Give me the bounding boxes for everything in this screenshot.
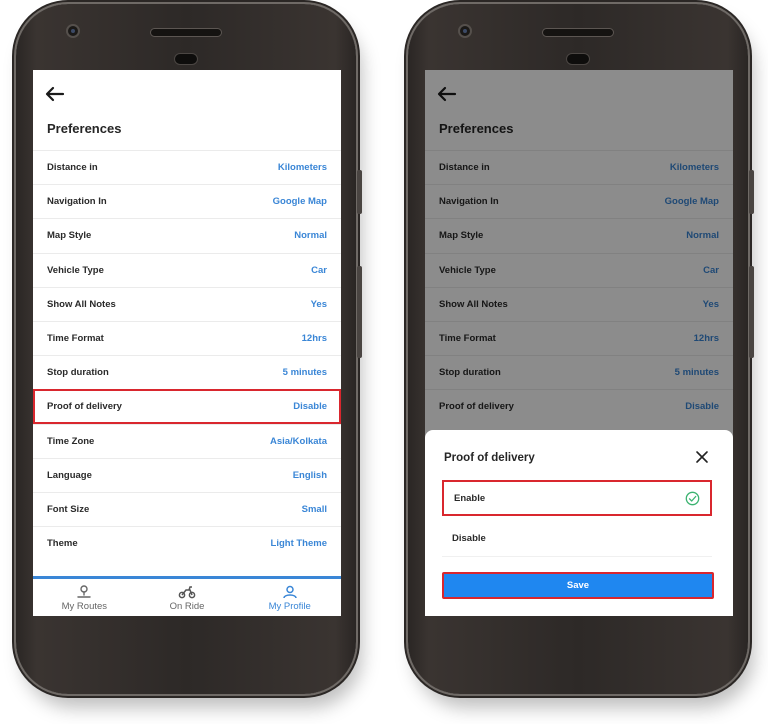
pref-label: Vehicle Type xyxy=(47,264,104,276)
pref-label: Navigation In xyxy=(47,196,107,208)
pref-row-stop-duration[interactable]: Stop duration 5 minutes xyxy=(33,355,341,389)
nav-on-ride[interactable]: On Ride xyxy=(136,578,239,616)
pref-value: Small xyxy=(301,503,327,515)
pref-value: Yes xyxy=(310,298,327,310)
pref-value: Normal xyxy=(294,230,327,242)
pref-label: Language xyxy=(47,469,92,481)
pref-value: 12hrs xyxy=(301,333,327,345)
pref-row-distance[interactable]: Distance in Kilometers xyxy=(33,150,341,184)
pref-row-time-format[interactable]: Time Format 12hrs xyxy=(33,320,341,355)
nav-my-routes[interactable]: My Routes xyxy=(33,578,136,616)
pref-value: Disable xyxy=(293,401,327,413)
pref-row-navigation[interactable]: Navigation In Google Map xyxy=(33,184,341,218)
option-label: Disable xyxy=(452,533,486,544)
front-camera xyxy=(66,24,80,38)
save-button[interactable]: Save xyxy=(442,572,714,599)
right-phone-frame: Preferences Distance in Kilometers Naviga… xyxy=(408,4,754,694)
pref-row-font-size[interactable]: Font Size Small xyxy=(33,491,341,526)
pref-value: Google Map xyxy=(272,196,327,208)
nav-my-profile[interactable]: My Profile xyxy=(238,578,341,616)
pref-row-show-notes[interactable]: Show All Notes Yes xyxy=(33,286,341,321)
close-icon[interactable] xyxy=(695,450,709,464)
pref-value: English xyxy=(292,469,327,481)
pref-label: Map Style xyxy=(47,230,92,242)
route-pin-icon xyxy=(77,585,92,598)
pref-value: Kilometers xyxy=(277,162,327,174)
pref-label: Font Size xyxy=(47,503,90,515)
pref-row-time-zone[interactable]: Time Zone Asia/Kolkata xyxy=(33,423,341,458)
option-enable[interactable]: Enable xyxy=(442,480,712,516)
speaker-slot xyxy=(542,28,614,37)
earpiece xyxy=(174,53,198,65)
pref-row-proof-of-delivery[interactable]: Proof of delivery Disable xyxy=(33,389,341,424)
power-button xyxy=(749,170,754,214)
pref-label: Time Format xyxy=(47,333,104,345)
preferences-list: Distance in Kilometers Navigation In Googl… xyxy=(33,150,341,560)
nav-label: My Routes xyxy=(61,601,108,612)
pref-label: Show All Notes xyxy=(47,298,116,310)
pref-value: 5 minutes xyxy=(282,367,327,379)
check-circle-icon xyxy=(685,491,700,505)
sheet-title: Proof of delivery xyxy=(444,452,535,464)
pref-value: Car xyxy=(311,264,327,276)
pref-label: Stop duration xyxy=(47,367,109,379)
volume-button xyxy=(357,266,362,358)
nav-divider xyxy=(33,576,341,579)
pref-label: Time Zone xyxy=(47,435,95,447)
scooter-icon xyxy=(178,586,196,599)
nav-label: My Profile xyxy=(268,601,311,612)
proof-of-delivery-sheet: Proof of delivery Enable Disable Save xyxy=(425,430,733,616)
pref-row-map-style[interactable]: Map Style Normal xyxy=(33,218,341,252)
pref-label: Proof of delivery xyxy=(47,401,122,413)
front-camera xyxy=(458,24,472,38)
volume-button xyxy=(749,266,754,358)
pref-row-vehicle-type[interactable]: Vehicle Type Car xyxy=(33,252,341,287)
preferences-screen-with-sheet: Preferences Distance in Kilometers Naviga… xyxy=(425,70,733,616)
back-arrow-icon[interactable] xyxy=(45,86,65,102)
earpiece xyxy=(566,53,590,65)
pref-row-language[interactable]: Language English xyxy=(33,457,341,492)
left-phone-frame: Preferences Distance in Kilometers Naviga… xyxy=(16,4,362,694)
option-label: Enable xyxy=(454,492,486,504)
pref-row-theme[interactable]: Theme Light Theme xyxy=(33,526,341,560)
bottom-nav: My Routes On Ride My Profile xyxy=(33,576,341,616)
pref-label: Distance in xyxy=(47,162,98,174)
pref-value: Light Theme xyxy=(270,538,327,550)
option-disable[interactable]: Disable xyxy=(442,521,712,557)
power-button xyxy=(357,170,362,214)
preferences-screen: Preferences Distance in Kilometers Naviga… xyxy=(33,70,341,616)
page-title: Preferences xyxy=(47,121,122,136)
pref-value: Asia/Kolkata xyxy=(269,435,327,447)
speaker-slot xyxy=(150,28,222,37)
pref-label: Theme xyxy=(47,538,78,550)
nav-label: On Ride xyxy=(169,601,205,612)
profile-icon xyxy=(282,585,297,599)
